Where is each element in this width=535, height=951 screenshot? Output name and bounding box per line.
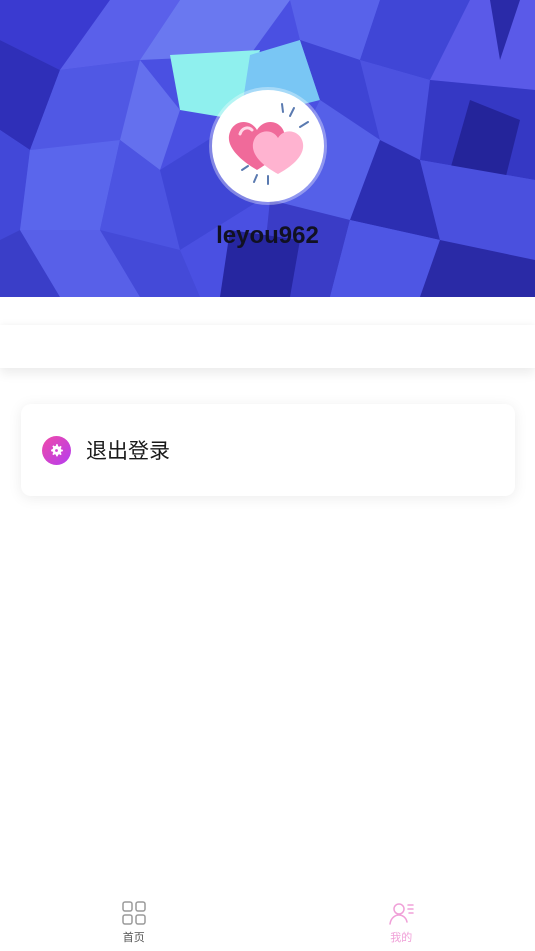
bottom-tab-bar: 首页 我的	[0, 893, 535, 951]
username: leyou962	[216, 222, 319, 249]
logout-menu-item[interactable]: 退出登录	[21, 404, 515, 496]
double-heart-icon	[228, 103, 309, 185]
avatar[interactable]	[212, 90, 324, 202]
logout-label: 退出登录	[86, 439, 170, 463]
grid-icon	[122, 901, 146, 925]
profile-banner: leyou962	[0, 0, 535, 297]
tab-home[interactable]: 首页	[0, 893, 268, 951]
profile-page: leyou962 退出登录 首页 我的	[0, 0, 535, 951]
profile-info-strip	[0, 325, 535, 368]
tab-mine[interactable]: 我的	[268, 893, 535, 951]
tab-mine-label: 我的	[390, 931, 413, 944]
user-icon	[389, 903, 414, 925]
gear-icon	[42, 435, 71, 465]
tab-home-label: 首页	[122, 931, 145, 944]
